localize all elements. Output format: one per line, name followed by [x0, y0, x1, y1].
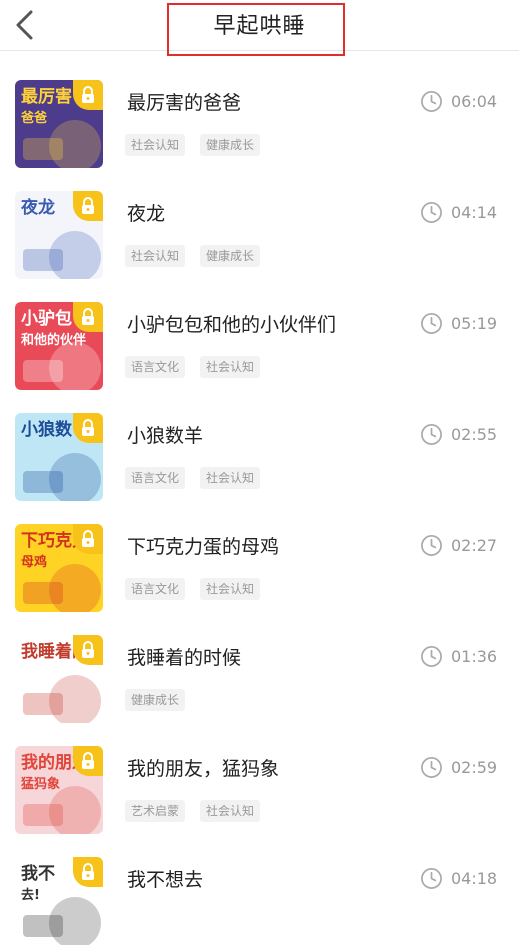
svg-text:爸爸: 爸爸 — [20, 110, 47, 126]
category-tag: 艺术启蒙 — [125, 800, 186, 822]
svg-text:去!: 去! — [21, 887, 40, 903]
tag-list: 健康成长 — [125, 689, 186, 711]
list-item[interactable]: 我的朋友 猛犸象 我的朋友，猛犸象 艺术启蒙 社会认知 02:59 — [0, 717, 519, 834]
svg-text:猛犸象: 猛犸象 — [20, 776, 60, 792]
lock-icon — [73, 635, 103, 665]
category-tag: 语言文化 — [125, 578, 186, 600]
category-tag: 健康成长 — [200, 134, 261, 156]
lock-icon — [73, 524, 103, 554]
svg-text:小驴包: 小驴包 — [21, 308, 72, 329]
list-item[interactable]: 夜龙 夜龙社会认知 健康成长 04:14 — [0, 162, 519, 279]
lock-icon — [73, 857, 103, 887]
category-tag: 社会认知 — [200, 800, 261, 822]
category-tag: 健康成长 — [125, 689, 186, 711]
category-tag: 语言文化 — [125, 467, 186, 489]
duration: 04:18 — [420, 867, 497, 890]
category-tag: 社会认知 — [125, 134, 186, 156]
cover-image: 我睡着的 — [15, 635, 103, 723]
duration-text: 01:36 — [451, 647, 498, 666]
title-highlight-box — [167, 3, 345, 56]
svg-text:最厉害: 最厉害 — [21, 86, 72, 107]
cover-image: 我的朋友 猛犸象 — [15, 746, 103, 834]
tag-list: 语言文化 社会认知 — [125, 467, 261, 489]
item-title: 下巧克力蛋的母鸡 — [127, 536, 280, 558]
duration: 06:04 — [420, 90, 497, 113]
duration: 01:36 — [420, 645, 497, 668]
cover-image: 小驴包 和他的伙伴 — [15, 302, 103, 390]
cover-image: 最厉害 爸爸 — [15, 80, 103, 168]
clock-icon — [421, 646, 442, 667]
item-title: 我不想去 — [127, 869, 204, 891]
category-tag: 社会认知 — [200, 578, 261, 600]
top-bar: 早起哄睡 — [0, 0, 519, 56]
list-item[interactable]: 小驴包和他的伙伴 小驴包包和他的小伙伴们 语言文化 社会认知 05:19 — [0, 273, 519, 390]
clock-icon — [421, 202, 442, 223]
item-title: 我睡着的时候 — [127, 647, 242, 669]
duration-text: 06:04 — [451, 92, 498, 111]
tag-list: 艺术启蒙 社会认知 — [125, 800, 261, 822]
cover-image: 夜龙 — [15, 191, 103, 279]
lock-icon — [73, 302, 103, 332]
cover-image: 我不去! — [15, 857, 103, 945]
duration-text: 05:19 — [451, 314, 498, 333]
clock-icon — [421, 757, 442, 778]
cover-image: 下巧克力 母鸡 — [15, 524, 103, 612]
category-tag: 社会认知 — [125, 245, 186, 267]
tag-list: 社会认知 健康成长 — [125, 134, 261, 156]
svg-text:小狼数: 小狼数 — [21, 419, 73, 440]
item-title: 小驴包包和他的小伙伴们 — [127, 314, 337, 336]
category-tag: 健康成长 — [200, 245, 261, 267]
tag-list: 社会认知 健康成长 — [125, 245, 261, 267]
category-tag: 社会认知 — [200, 467, 261, 489]
duration-text: 04:14 — [451, 203, 498, 222]
category-tag: 社会认知 — [200, 356, 261, 378]
lock-icon — [73, 80, 103, 110]
clock-icon — [421, 91, 442, 112]
duration-text: 02:27 — [451, 536, 498, 555]
tag-list: 语言文化 社会认知 — [125, 356, 261, 378]
item-title: 最厉害的爸爸 — [127, 92, 242, 114]
lock-icon — [73, 191, 103, 221]
svg-text:和他的伙伴: 和他的伙伴 — [21, 332, 86, 348]
list-item[interactable]: 我不去! 我不想去 04:18 — [0, 828, 519, 945]
item-title: 夜龙 — [127, 203, 166, 225]
duration: 04:14 — [420, 201, 497, 224]
category-tag: 语言文化 — [125, 356, 186, 378]
item-title: 我的朋友，猛犸象 — [127, 758, 280, 780]
tag-list: 语言文化 社会认知 — [125, 578, 261, 600]
cover-image: 小狼数 — [15, 413, 103, 501]
duration-text: 02:55 — [451, 425, 498, 444]
list-item[interactable]: 下巧克力 母鸡 下巧克力蛋的母鸡 语言文化 社会认知 02:27 — [0, 495, 519, 612]
duration: 02:27 — [420, 534, 497, 557]
duration-text: 04:18 — [451, 869, 498, 888]
duration: 02:55 — [420, 423, 497, 446]
item-title: 小狼数羊 — [127, 425, 204, 447]
svg-text:夜龙: 夜龙 — [20, 197, 55, 218]
svg-text:母鸡: 母鸡 — [21, 554, 47, 570]
duration: 02:59 — [420, 756, 497, 779]
clock-icon — [421, 535, 442, 556]
list-item[interactable]: 最厉害爸爸 最厉害的爸爸 社会认知 健康成长 06:04 — [0, 51, 519, 168]
list-item[interactable]: 小狼数 小狼数羊语言文化 社会认知 02:55 — [0, 384, 519, 501]
duration-text: 02:59 — [451, 758, 498, 777]
clock-icon — [421, 868, 442, 889]
duration: 05:19 — [420, 312, 497, 335]
clock-icon — [421, 424, 442, 445]
lock-icon — [73, 746, 103, 776]
lock-icon — [73, 413, 103, 443]
clock-icon — [421, 313, 442, 334]
story-list: 最厉害 爸爸 最厉害的爸爸 社会认知 健康成长 06:04 夜龙 夜龙 社会认知 健康成长… — [0, 51, 519, 945]
svg-text:我不: 我不 — [21, 864, 55, 884]
list-item[interactable]: 我睡着的 我睡着的时候 健康成长 01:36 — [0, 606, 519, 723]
